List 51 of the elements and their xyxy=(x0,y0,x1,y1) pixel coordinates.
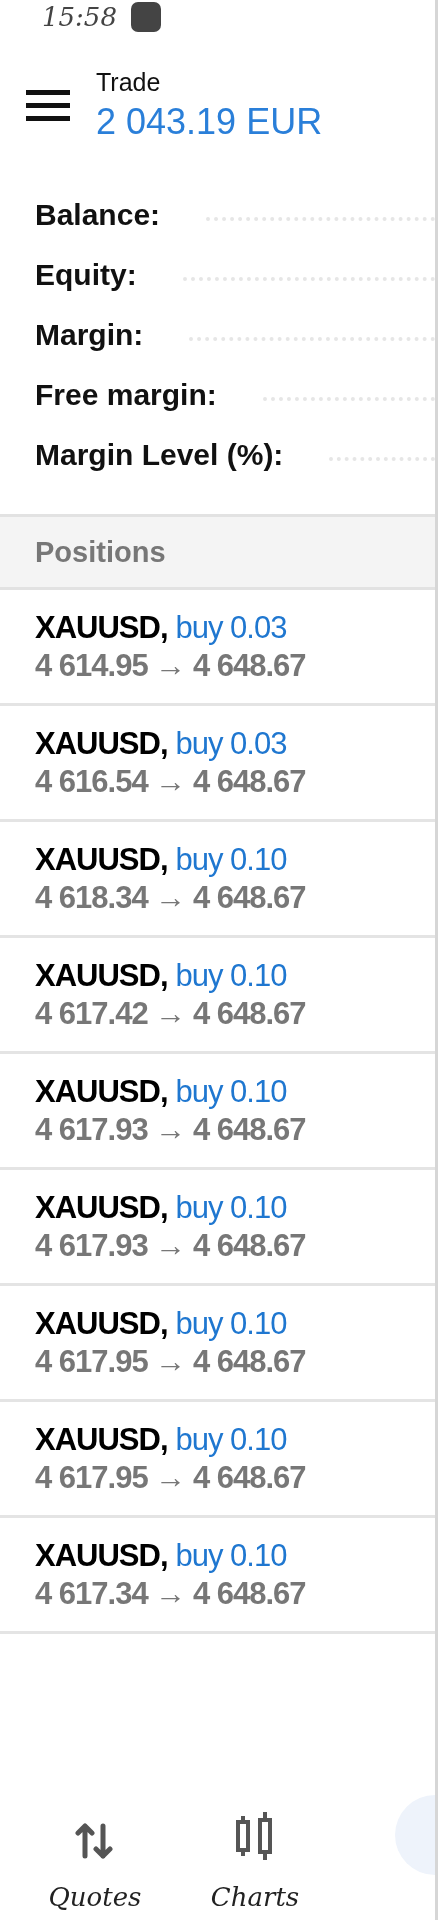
nav-tab[interactable]: Charts xyxy=(180,1812,330,1912)
position-symbol: XAUUSD, xyxy=(35,1188,168,1227)
summary-label: Equity: xyxy=(35,257,137,292)
position-symbol: XAUUSD, xyxy=(35,1536,168,1575)
summary-label: Free margin: xyxy=(35,377,217,412)
notification-icon xyxy=(130,2,161,32)
position-row[interactable]: XAUUSD, buy 0.03 4 614.95 → 4 648.67 xyxy=(0,590,435,706)
status-time: 15:58 xyxy=(42,2,117,32)
position-row[interactable]: XAUUSD, buy 0.10 4 617.42 → 4 648.67 xyxy=(0,938,435,1054)
position-order: buy 0.03 xyxy=(175,724,287,763)
position-row[interactable]: XAUUSD, buy 0.10 4 617.93 → 4 648.67 xyxy=(0,1170,435,1286)
up-down-arrows-icon xyxy=(75,1822,115,1860)
position-row[interactable]: XAUUSD, buy 0.10 4 617.95 → 4 648.67 xyxy=(0,1286,435,1402)
position-symbol: XAUUSD, xyxy=(35,1072,168,1111)
position-symbol: XAUUSD, xyxy=(35,840,168,879)
menu-icon[interactable] xyxy=(26,90,70,121)
position-symbol: XAUUSD, xyxy=(35,1304,168,1343)
position-prices: 4 617.34 → 4 648.67 xyxy=(35,1574,307,1613)
position-order: buy 0.10 xyxy=(175,1304,287,1343)
position-order: buy 0.03 xyxy=(175,608,287,647)
position-prices: 4 617.42 → 4 648.67 xyxy=(35,994,307,1033)
summary-label: Balance: xyxy=(35,197,161,232)
summary-label: Margin Level (%): xyxy=(35,437,284,472)
position-prices: 4 618.34 → 4 648.67 xyxy=(35,878,307,917)
position-symbol: XAUUSD, xyxy=(35,1420,168,1459)
position-order: buy 0.10 xyxy=(175,956,287,995)
account-amount: 2 043.19 EUR xyxy=(96,101,323,143)
candlestick-icon xyxy=(235,1812,275,1860)
position-row[interactable]: XAUUSD, buy 0.03 4 616.54 → 4 648.67 xyxy=(0,706,435,822)
position-row[interactable]: XAUUSD, buy 0.10 4 617.95 → 4 648.67 xyxy=(0,1402,435,1518)
position-prices: 4 617.95 → 4 648.67 xyxy=(35,1342,307,1381)
position-symbol: XAUUSD, xyxy=(35,608,168,647)
position-order: buy 0.10 xyxy=(175,1536,287,1575)
position-order: buy 0.10 xyxy=(175,1072,287,1111)
position-order: buy 0.10 xyxy=(175,1188,287,1227)
position-prices: 4 614.95 → 4 648.67 xyxy=(35,646,307,685)
screen-title: Trade xyxy=(96,68,162,97)
position-prices: 4 617.93 → 4 648.67 xyxy=(35,1226,307,1265)
nav-tab[interactable]: Quotes xyxy=(20,1822,170,1912)
position-row[interactable]: XAUUSD, buy 0.10 4 617.93 → 4 648.67 xyxy=(0,1054,435,1170)
position-order: buy 0.10 xyxy=(175,840,287,879)
summary-label: Margin: xyxy=(35,317,144,352)
section-title: Positions xyxy=(35,535,166,569)
position-prices: 4 617.93 → 4 648.67 xyxy=(35,1110,307,1149)
position-row[interactable]: XAUUSD, buy 0.10 4 617.34 → 4 648.67 xyxy=(0,1518,435,1634)
position-prices: 4 616.54 → 4 648.67 xyxy=(35,762,307,801)
position-symbol: XAUUSD, xyxy=(35,956,168,995)
position-order: buy 0.10 xyxy=(175,1420,287,1459)
position-row[interactable]: XAUUSD, buy 0.10 4 618.34 → 4 648.67 xyxy=(0,822,435,938)
position-symbol: XAUUSD, xyxy=(35,724,168,763)
position-prices: 4 617.95 → 4 648.67 xyxy=(35,1458,307,1497)
